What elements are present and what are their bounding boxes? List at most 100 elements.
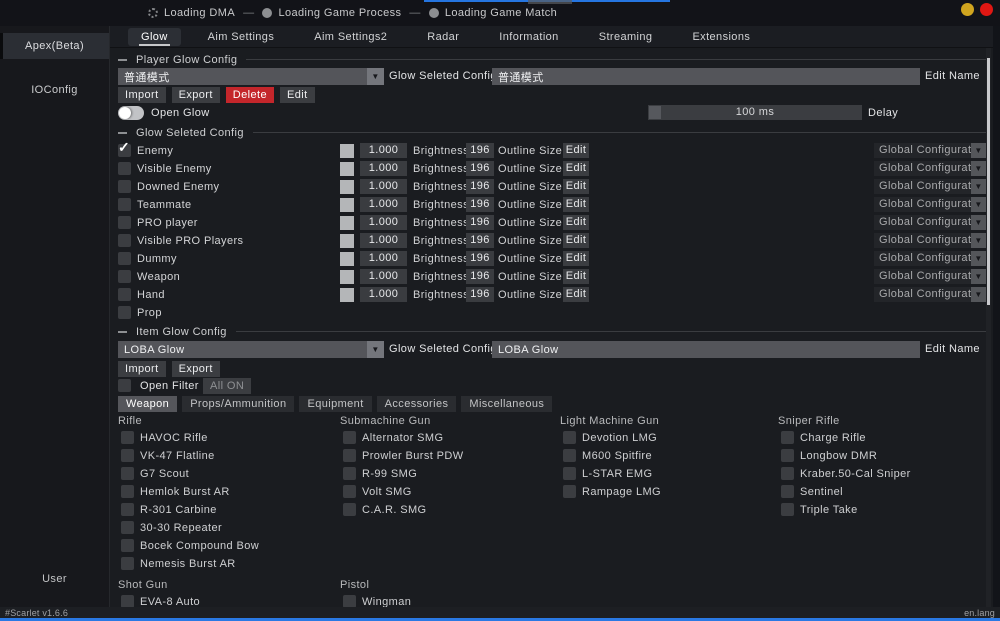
color-swatch[interactable]: [340, 144, 354, 158]
outline-size-value[interactable]: 196: [466, 161, 494, 176]
checkbox-r-301-carbine[interactable]: [121, 503, 134, 516]
edit-button[interactable]: Edit: [563, 251, 589, 266]
brightness-value[interactable]: 1.000: [360, 233, 407, 248]
color-swatch[interactable]: [340, 216, 354, 230]
open-glow-toggle[interactable]: [118, 106, 144, 120]
tab-glow[interactable]: Glow: [128, 28, 181, 46]
sidebar-footer-user[interactable]: User: [0, 573, 109, 585]
checkbox-alternator-smg[interactable]: [343, 431, 356, 444]
edit-button[interactable]: Edit: [563, 287, 589, 302]
player-glow-name-input[interactable]: [492, 68, 920, 85]
export-button[interactable]: Export: [172, 361, 220, 377]
checkbox-sentinel[interactable]: [781, 485, 794, 498]
global-config-dropdown[interactable]: Global Configurati▼: [874, 143, 986, 158]
global-config-dropdown[interactable]: Global Configurati▼: [874, 179, 986, 194]
outline-size-value[interactable]: 196: [466, 197, 494, 212]
checkbox-prowler-burst-pdw[interactable]: [343, 449, 356, 462]
checkbox-weapon[interactable]: [118, 270, 131, 283]
edit-button[interactable]: Edit: [563, 233, 589, 248]
brightness-value[interactable]: 1.000: [360, 251, 407, 266]
checkbox-downed-enemy[interactable]: [118, 180, 131, 193]
tab-information[interactable]: Information: [486, 28, 571, 46]
checkbox-l-star-emg[interactable]: [563, 467, 576, 480]
checkbox-longbow-dmr[interactable]: [781, 449, 794, 462]
brightness-value[interactable]: 1.000: [360, 215, 407, 230]
brightness-value[interactable]: 1.000: [360, 143, 407, 158]
checkbox-charge-rifle[interactable]: [781, 431, 794, 444]
delete-button[interactable]: Delete: [226, 87, 274, 103]
edit-button[interactable]: Edit: [563, 197, 589, 212]
import-button[interactable]: Import: [118, 87, 166, 103]
checkbox-hemlok-burst-ar[interactable]: [121, 485, 134, 498]
global-config-dropdown[interactable]: Global Configurati▼: [874, 215, 986, 230]
outline-size-value[interactable]: 196: [466, 215, 494, 230]
brightness-value[interactable]: 1.000: [360, 197, 407, 212]
import-button[interactable]: Import: [118, 361, 166, 377]
close-button[interactable]: [980, 3, 993, 16]
brightness-value[interactable]: 1.000: [360, 161, 407, 176]
category-tab-miscellaneous[interactable]: Miscellaneous: [461, 396, 552, 412]
checkbox-g7-scout[interactable]: [121, 467, 134, 480]
checkbox-enemy[interactable]: ✓: [118, 144, 131, 157]
delay-slider[interactable]: 100 ms: [648, 105, 862, 120]
global-config-dropdown[interactable]: Global Configurati▼: [874, 251, 986, 266]
checkbox-prop[interactable]: [118, 306, 131, 319]
checkbox-r-99-smg[interactable]: [343, 467, 356, 480]
global-config-dropdown[interactable]: Global Configurati▼: [874, 269, 986, 284]
checkbox-hand[interactable]: [118, 288, 131, 301]
edit-button[interactable]: Edit: [563, 269, 589, 284]
checkbox-rampage-lmg[interactable]: [563, 485, 576, 498]
color-swatch[interactable]: [340, 162, 354, 176]
global-config-dropdown[interactable]: Global Configurati▼: [874, 287, 986, 302]
checkbox-m600-spitfire[interactable]: [563, 449, 576, 462]
edit-button[interactable]: Edit: [563, 215, 589, 230]
sidebar-item-ioconfig[interactable]: IOConfig: [0, 77, 109, 103]
checkbox-dummy[interactable]: [118, 252, 131, 265]
edit-button[interactable]: Edit: [280, 87, 315, 103]
edit-button[interactable]: Edit: [563, 161, 589, 176]
outline-size-value[interactable]: 196: [466, 287, 494, 302]
global-config-dropdown[interactable]: Global Configurati▼: [874, 233, 986, 248]
item-glow-name-input[interactable]: [492, 341, 920, 358]
checkbox-vk-47-flatline[interactable]: [121, 449, 134, 462]
player-glow-preset-dropdown[interactable]: 普通模式 ▼: [118, 68, 384, 85]
item-glow-preset-dropdown[interactable]: LOBA Glow ▼: [118, 341, 384, 358]
slider-handle[interactable]: [649, 106, 661, 119]
sidebar-item-apex-beta[interactable]: Apex(Beta): [0, 33, 109, 59]
checkbox-havoc-rifle[interactable]: [121, 431, 134, 444]
outline-size-value[interactable]: 196: [466, 179, 494, 194]
global-config-dropdown[interactable]: Global Configurati▼: [874, 161, 986, 176]
edit-button[interactable]: Edit: [563, 179, 589, 194]
tab-extensions[interactable]: Extensions: [679, 28, 763, 46]
all-on-button[interactable]: All ON: [203, 378, 251, 394]
category-tab-props-ammunition[interactable]: Props/Ammunition: [182, 396, 294, 412]
export-button[interactable]: Export: [172, 87, 220, 103]
brightness-value[interactable]: 1.000: [360, 179, 407, 194]
tab-aim-settings[interactable]: Aim Settings: [195, 28, 288, 46]
checkbox-triple-take[interactable]: [781, 503, 794, 516]
checkbox-volt-smg[interactable]: [343, 485, 356, 498]
color-swatch[interactable]: [340, 198, 354, 212]
outline-size-value[interactable]: 196: [466, 251, 494, 266]
category-tab-equipment[interactable]: Equipment: [299, 396, 371, 412]
category-tab-accessories[interactable]: Accessories: [377, 396, 457, 412]
edit-button[interactable]: Edit: [563, 143, 589, 158]
checkbox-bocek-compound-bow[interactable]: [121, 539, 134, 552]
open-filter-checkbox[interactable]: [118, 379, 131, 392]
color-swatch[interactable]: [340, 252, 354, 266]
brightness-value[interactable]: 1.000: [360, 269, 407, 284]
checkbox-c-a-r-smg[interactable]: [343, 503, 356, 516]
tab-aim-settings2[interactable]: Aim Settings2: [301, 28, 400, 46]
checkbox-30-30-repeater[interactable]: [121, 521, 134, 534]
brightness-value[interactable]: 1.000: [360, 287, 407, 302]
color-swatch[interactable]: [340, 288, 354, 302]
scrollbar-thumb[interactable]: [987, 58, 990, 305]
checkbox-pro-player[interactable]: [118, 216, 131, 229]
global-config-dropdown[interactable]: Global Configurati▼: [874, 197, 986, 212]
minimize-button[interactable]: [961, 3, 974, 16]
checkbox-kraber-50-cal-sniper[interactable]: [781, 467, 794, 480]
tab-streaming[interactable]: Streaming: [586, 28, 666, 46]
color-swatch[interactable]: [340, 234, 354, 248]
category-tab-weapon[interactable]: Weapon: [118, 396, 177, 412]
checkbox-teammate[interactable]: [118, 198, 131, 211]
